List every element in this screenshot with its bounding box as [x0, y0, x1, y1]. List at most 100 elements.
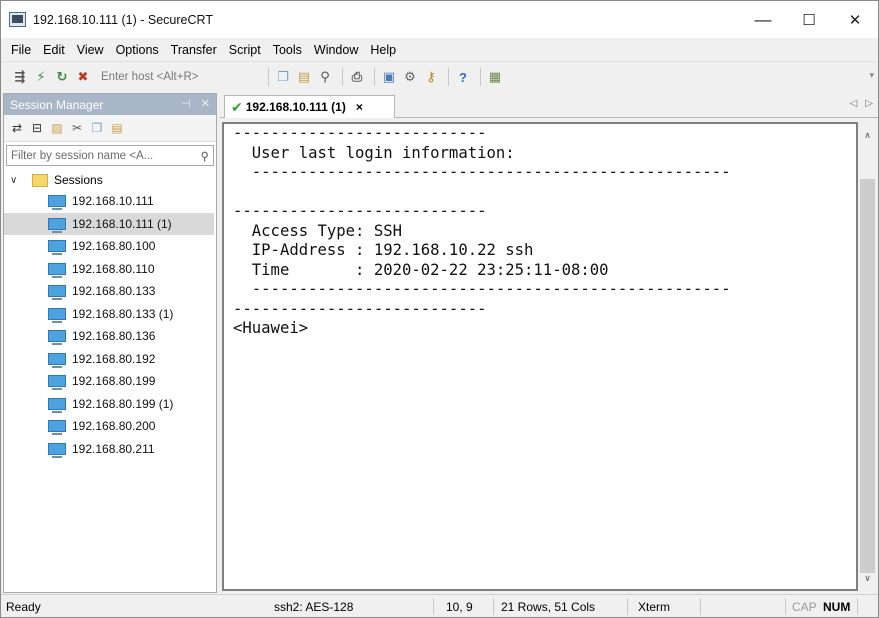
- reconnect-icon[interactable]: ↻: [53, 69, 71, 85]
- session-item[interactable]: 192.168.80.136: [4, 325, 216, 348]
- session-item-selected[interactable]: 192.168.10.111 (1): [4, 212, 214, 235]
- session-item[interactable]: 192.168.80.133 (1): [4, 303, 216, 326]
- session-options-icon[interactable]: ▣: [380, 69, 398, 85]
- terminal-line: ---------------------------: [233, 124, 487, 142]
- terminal-scrollbar[interactable]: ∧ ∨: [858, 122, 877, 591]
- session-tab[interactable]: ✔ 192.168.10.111 (1) ×: [224, 95, 395, 118]
- sftp-icon[interactable]: ▦: [486, 69, 504, 85]
- close-panel-icon[interactable]: ✕: [201, 97, 210, 110]
- menu-file[interactable]: File: [5, 43, 37, 57]
- session-item[interactable]: 192.168.80.211: [4, 438, 216, 461]
- session-item[interactable]: 192.168.80.110: [4, 258, 216, 281]
- session-icon: [48, 352, 66, 368]
- tab-navigation: ◁ ▷: [850, 98, 873, 109]
- main-toolbar: ⇶ ⚡ ↻ ✖ Enter host <Alt+R> ❐ ▤ ⚲ ⎙ ▣ ⚙ ⚷…: [1, 62, 878, 92]
- search-icon[interactable]: ⚲: [201, 149, 209, 163]
- session-item[interactable]: 192.168.80.133: [4, 280, 216, 303]
- minimize-button[interactable]: —: [740, 1, 786, 38]
- terminal-line: IP-Address : 192.168.10.22 ssh: [233, 241, 534, 259]
- global-options-icon[interactable]: ⚙: [401, 69, 419, 85]
- session-icon: [48, 442, 66, 458]
- session-item[interactable]: 192.168.80.199 (1): [4, 393, 216, 416]
- session-label: 192.168.80.133 (1): [72, 306, 174, 321]
- status-terminal-size: 21 Rows, 51 Cols: [501, 599, 596, 614]
- session-tab-bar: ✔ 192.168.10.111 (1) × ◁ ▷: [220, 93, 878, 118]
- chevron-down-icon[interactable]: ∨: [10, 175, 22, 186]
- session-icon: [48, 195, 66, 211]
- connected-check-icon: ✔: [231, 98, 243, 115]
- tab-close-button[interactable]: ×: [356, 100, 363, 114]
- window-title: 192.168.10.111 (1) - SecureCRT: [33, 12, 213, 27]
- terminal-line: Access Type: SSH: [233, 221, 402, 240]
- terminal-line: User last login information:: [233, 143, 515, 162]
- session-item[interactable]: 192.168.80.100: [4, 235, 216, 258]
- keymap-icon[interactable]: ⚷: [422, 69, 440, 85]
- session-label: 192.168.80.136: [72, 329, 156, 344]
- disconnect-icon[interactable]: ✖: [74, 69, 92, 85]
- maximize-button[interactable]: ☐: [786, 1, 832, 38]
- status-divider: [785, 598, 786, 615]
- copy-session-icon[interactable]: ❐: [89, 120, 105, 136]
- close-button[interactable]: ✕: [832, 1, 878, 38]
- session-icon: [48, 420, 66, 436]
- quick-connect-input[interactable]: Enter host <Alt+R>: [99, 67, 249, 87]
- menu-help[interactable]: Help: [364, 43, 402, 57]
- menu-transfer[interactable]: Transfer: [165, 43, 223, 57]
- session-tab-label: 192.168.10.111 (1): [245, 100, 346, 114]
- quick-connect-icon[interactable]: ⚡: [32, 69, 50, 85]
- session-item[interactable]: 192.168.80.199: [4, 370, 216, 393]
- status-caps-lock: CAP: [792, 599, 817, 614]
- session-label: 192.168.80.199: [72, 374, 156, 389]
- find-icon[interactable]: ⚲: [316, 69, 334, 85]
- session-label: 192.168.80.100: [72, 239, 156, 254]
- menu-window[interactable]: Window: [308, 43, 364, 57]
- session-filter-input[interactable]: Filter by session name <A... ⚲: [6, 145, 214, 166]
- session-label: 192.168.80.200: [72, 419, 156, 434]
- cut-icon[interactable]: ✂: [69, 120, 85, 136]
- menu-edit[interactable]: Edit: [37, 43, 71, 57]
- scroll-down-icon[interactable]: ∨: [858, 569, 877, 587]
- status-emulation: Xterm: [638, 599, 671, 614]
- title-bar: 192.168.10.111 (1) - SecureCRT — ☐ ✕: [1, 1, 878, 38]
- help-icon[interactable]: ?: [454, 69, 472, 85]
- pin-icon[interactable]: ⊣: [181, 97, 191, 110]
- session-manager-panel: Session Manager ⊣ ✕ ⇄ ⊟ ▨ ✂ ❐ ▤ Filter b…: [3, 93, 217, 593]
- toolbar-separator: [448, 68, 449, 86]
- scroll-up-icon[interactable]: ∧: [858, 126, 877, 144]
- menu-script[interactable]: Script: [223, 43, 267, 57]
- session-icon: [48, 217, 66, 233]
- session-label: 192.168.80.192: [72, 351, 156, 366]
- tab-scroll-left-icon[interactable]: ◁: [850, 98, 858, 109]
- scrollbar-thumb[interactable]: [860, 179, 875, 573]
- status-divider: [627, 598, 628, 615]
- paste-icon[interactable]: ▤: [295, 69, 313, 85]
- new-folder-icon[interactable]: ▨: [49, 120, 65, 136]
- status-bar: Ready ssh2: AES-128 10, 9 21 Rows, 51 Co…: [1, 594, 878, 617]
- terminal-screen[interactable]: --------------------------- User last lo…: [222, 122, 858, 591]
- print-icon[interactable]: ⎙: [348, 69, 366, 85]
- folder-icon: [32, 173, 48, 187]
- session-manager-header: Session Manager ⊣ ✕: [4, 94, 216, 115]
- tab-scroll-right-icon[interactable]: ▷: [865, 98, 873, 109]
- copy-icon[interactable]: ❐: [274, 69, 292, 85]
- menu-tools[interactable]: Tools: [267, 43, 308, 57]
- connect-session-icon[interactable]: ⇄: [9, 120, 25, 136]
- sessions-folder[interactable]: ∨ Sessions: [4, 170, 216, 190]
- session-item[interactable]: 192.168.80.200: [4, 415, 216, 438]
- app-icon: [9, 12, 26, 27]
- session-item[interactable]: 192.168.10.111: [4, 190, 216, 213]
- session-icon: [48, 375, 66, 391]
- menu-view[interactable]: View: [71, 43, 110, 57]
- new-session-icon[interactable]: ⊟: [29, 120, 45, 136]
- session-icon: [48, 307, 66, 323]
- toolbar-overflow-icon[interactable]: ▾: [869, 70, 874, 81]
- session-manager-title: Session Manager: [10, 97, 104, 112]
- toolbar-separator: [480, 68, 481, 86]
- session-item[interactable]: 192.168.80.192: [4, 348, 216, 371]
- connect-icon[interactable]: ⇶: [11, 69, 29, 85]
- terminal-line: ----------------------------------------…: [233, 163, 731, 181]
- menu-options[interactable]: Options: [110, 43, 165, 57]
- paste-session-icon[interactable]: ▤: [109, 120, 125, 136]
- status-divider: [433, 598, 434, 615]
